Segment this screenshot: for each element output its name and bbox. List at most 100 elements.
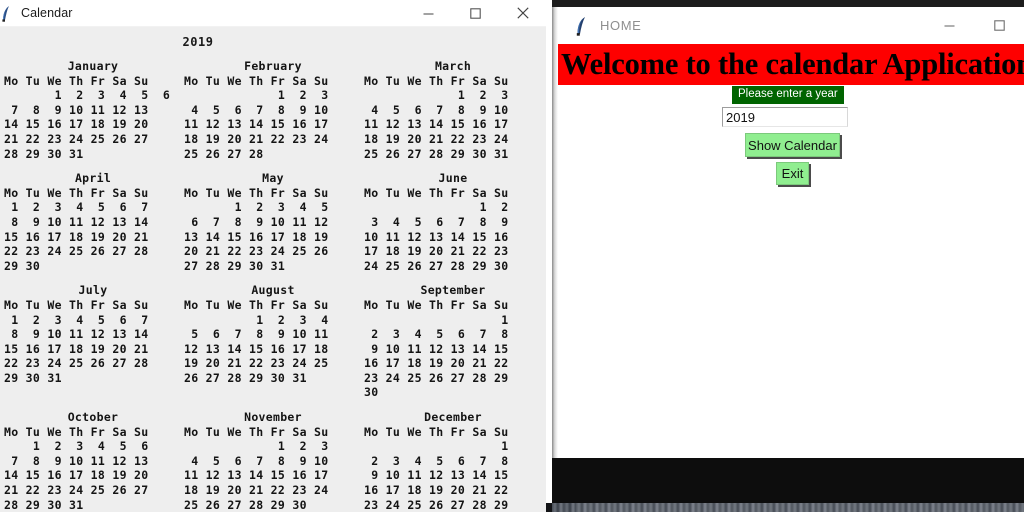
month-name: August xyxy=(251,283,295,298)
calendar-week-row: 27 28 29 30 31 xyxy=(184,258,286,273)
month-name: March xyxy=(434,59,472,73)
calendar-week-row: 28 29 30 31 xyxy=(4,497,84,512)
show-calendar-button[interactable]: Show Calendar xyxy=(745,133,840,157)
weekday-header: Mo Tu We Th Fr Sa Su xyxy=(364,424,509,439)
calendar-week-row: 7 8 9 10 11 12 13 xyxy=(4,102,149,117)
calendar-week-row: 18 19 20 21 22 23 24 xyxy=(184,483,329,498)
calendar-week-row: 25 26 27 28 29 30 31 xyxy=(364,146,509,161)
calendar-week-row: 2 3 4 5 6 7 8 xyxy=(364,327,509,342)
welcome-banner: Welcome to the calendar Application xyxy=(558,44,1024,85)
calendar-week-row: 25 26 27 28 xyxy=(184,146,264,161)
calendar-window: Calendar 2019 January Mo Tu We Th Fr Sa S… xyxy=(0,0,546,512)
close-button[interactable] xyxy=(499,0,546,27)
weekday-header: Mo Tu We Th Fr Sa Su xyxy=(184,424,329,439)
calendar-month-february: February Mo Tu We Th Fr Sa Su 1 2 3 4 5 6… xyxy=(184,59,364,161)
maximize-button[interactable] xyxy=(974,7,1024,44)
calendar-week-row: 12 13 14 15 16 17 18 xyxy=(184,341,329,356)
calendar-month-row: January Mo Tu We Th Fr Sa Su 1 2 3 4 5 6 … xyxy=(0,59,546,161)
calendar-month-may: May Mo Tu We Th Fr Sa Su 1 2 3 4 5 6 7 8 … xyxy=(184,171,364,273)
month-name: April xyxy=(74,171,112,186)
calendar-body: 2019 January Mo Tu We Th Fr Sa Su 1 2 3 4… xyxy=(0,27,546,512)
month-name: February xyxy=(244,59,302,73)
calendar-week-row: 9 10 11 12 13 14 15 xyxy=(364,341,509,356)
weekday-header: Mo Tu We Th Fr Sa Su xyxy=(364,73,509,88)
home-window-controls xyxy=(924,12,1024,39)
calendar-month-august: August Mo Tu We Th Fr Sa Su 1 2 3 4 5 6 7… xyxy=(184,283,364,400)
calendar-month-april: April Mo Tu We Th Fr Sa Su 1 2 3 4 5 6 7 … xyxy=(4,171,184,273)
year-input[interactable] xyxy=(722,107,848,127)
month-name: November xyxy=(244,410,302,425)
calendar-week-row: 1 2 xyxy=(364,200,509,215)
calendar-months-grid: January Mo Tu We Th Fr Sa Su 1 2 3 4 5 6 … xyxy=(0,59,546,512)
calendar-week-row: 1 2 3 4 5 6 7 xyxy=(4,312,149,327)
calendar-year-heading: 2019 xyxy=(182,35,214,49)
calendar-week-row: 26 27 28 29 30 31 xyxy=(184,370,307,385)
calendar-week-row: 4 5 6 7 8 9 10 xyxy=(184,453,329,468)
weekday-header: Mo Tu We Th Fr Sa Su xyxy=(364,185,509,200)
calendar-week-row: 11 12 13 14 15 16 17 xyxy=(184,117,329,132)
calendar-week-row: 1 2 3 xyxy=(184,439,329,454)
calendar-week-row: 1 xyxy=(364,312,509,327)
calendar-month-march: March Mo Tu We Th Fr Sa Su 1 2 3 4 5 6 7 … xyxy=(364,59,544,161)
calendar-week-row: 22 23 24 25 26 27 28 xyxy=(4,356,149,371)
weekday-header: Mo Tu We Th Fr Sa Su xyxy=(4,73,149,88)
calendar-week-row: 1 2 3 xyxy=(184,88,329,103)
calendar-week-row: 14 15 16 17 18 19 20 xyxy=(4,468,149,483)
calendar-month-january: January Mo Tu We Th Fr Sa Su 1 2 3 4 5 6 … xyxy=(4,59,184,161)
calendar-week-row: 24 25 26 27 28 29 30 xyxy=(364,258,509,273)
calendar-week-row: 13 14 15 16 17 18 19 xyxy=(184,229,329,244)
month-name: October xyxy=(67,410,119,425)
maximize-button[interactable] xyxy=(452,0,499,27)
calendar-week-row: 6 7 8 9 10 11 12 xyxy=(184,214,329,229)
calendar-month-row: April Mo Tu We Th Fr Sa Su 1 2 3 4 5 6 7 … xyxy=(0,171,546,273)
calendar-month-june: June Mo Tu We Th Fr Sa Su 1 2 3 4 5 6 7 8… xyxy=(364,171,544,273)
minimize-button[interactable] xyxy=(924,7,974,44)
screen: Calendar 2019 January Mo Tu We Th Fr Sa S… xyxy=(0,0,1024,512)
calendar-week-row: 19 20 21 22 23 24 25 xyxy=(184,356,329,371)
calendar-week-row: 1 2 3 4 xyxy=(184,312,329,327)
month-name: June xyxy=(438,171,468,186)
calendar-week-row: 28 29 30 31 xyxy=(4,146,84,161)
calendar-month-september: September Mo Tu We Th Fr Sa Su 1 2 3 4 5 … xyxy=(364,283,544,400)
calendar-month-july: July Mo Tu We Th Fr Sa Su 1 2 3 4 5 6 7 8… xyxy=(4,283,184,400)
calendar-window-controls xyxy=(405,0,546,27)
calendar-week-row: 1 2 3 xyxy=(364,88,509,103)
calendar-week-row: 18 19 20 21 22 23 24 xyxy=(364,131,509,146)
month-name: May xyxy=(262,171,284,186)
calendar-week-row: 8 9 10 11 12 13 14 xyxy=(4,327,149,342)
calendar-week-row: 20 21 22 23 24 25 26 xyxy=(184,244,329,259)
taskbar-strip xyxy=(552,503,1024,512)
calendar-week-row: 4 5 6 7 8 9 10 xyxy=(184,102,329,117)
calendar-week-row: 18 19 20 21 22 23 24 xyxy=(184,131,329,146)
exit-button[interactable]: Exit xyxy=(776,162,809,185)
weekday-header: Mo Tu We Th Fr Sa Su xyxy=(4,297,149,312)
calendar-month-december: December Mo Tu We Th Fr Sa Su 1 2 3 4 5 6… xyxy=(364,410,544,512)
calendar-month-october: October Mo Tu We Th Fr Sa Su 1 2 3 4 5 6 … xyxy=(4,410,184,512)
calendar-week-row: 16 17 18 19 20 21 22 xyxy=(364,356,509,371)
minimize-button[interactable] xyxy=(405,0,452,27)
month-name: September xyxy=(420,283,486,298)
home-content-area: Please enter a year Show Calendar Exit xyxy=(558,85,1024,458)
calendar-week-row: 4 5 6 7 8 9 10 xyxy=(364,102,509,117)
calendar-month-row: July Mo Tu We Th Fr Sa Su 1 2 3 4 5 6 7 8… xyxy=(0,283,546,400)
month-name: July xyxy=(78,283,108,298)
calendar-week-row: 17 18 19 20 21 22 23 xyxy=(364,244,509,259)
weekday-header: Mo Tu We Th Fr Sa Su xyxy=(184,73,329,88)
calendar-week-row: 30 xyxy=(364,385,379,400)
desktop-black-band xyxy=(552,458,1024,503)
calendar-week-row: 23 24 25 26 27 28 29 xyxy=(364,370,509,385)
calendar-week-row: 21 22 23 24 25 26 27 xyxy=(4,131,149,146)
weekday-header: Mo Tu We Th Fr Sa Su xyxy=(4,185,149,200)
calendar-week-row: 23 24 25 26 27 28 29 xyxy=(364,497,509,512)
calendar-week-row: 15 16 17 18 19 20 21 xyxy=(4,341,149,356)
calendar-week-row: 1 2 3 4 5 6 7 xyxy=(4,200,149,215)
weekday-header: Mo Tu We Th Fr Sa Su xyxy=(4,424,149,439)
calendar-week-row: 21 22 23 24 25 26 27 xyxy=(4,483,149,498)
weekday-header: Mo Tu We Th Fr Sa Su xyxy=(364,297,509,312)
welcome-banner-text: Welcome to the calendar Application xyxy=(561,47,1024,81)
home-titlebar: HOME xyxy=(558,7,1024,44)
calendar-titlebar: Calendar xyxy=(0,0,546,27)
weekday-header: Mo Tu We Th Fr Sa Su xyxy=(184,185,329,200)
calendar-month-november: November Mo Tu We Th Fr Sa Su 1 2 3 4 5 6… xyxy=(184,410,364,512)
month-name: December xyxy=(424,410,482,425)
